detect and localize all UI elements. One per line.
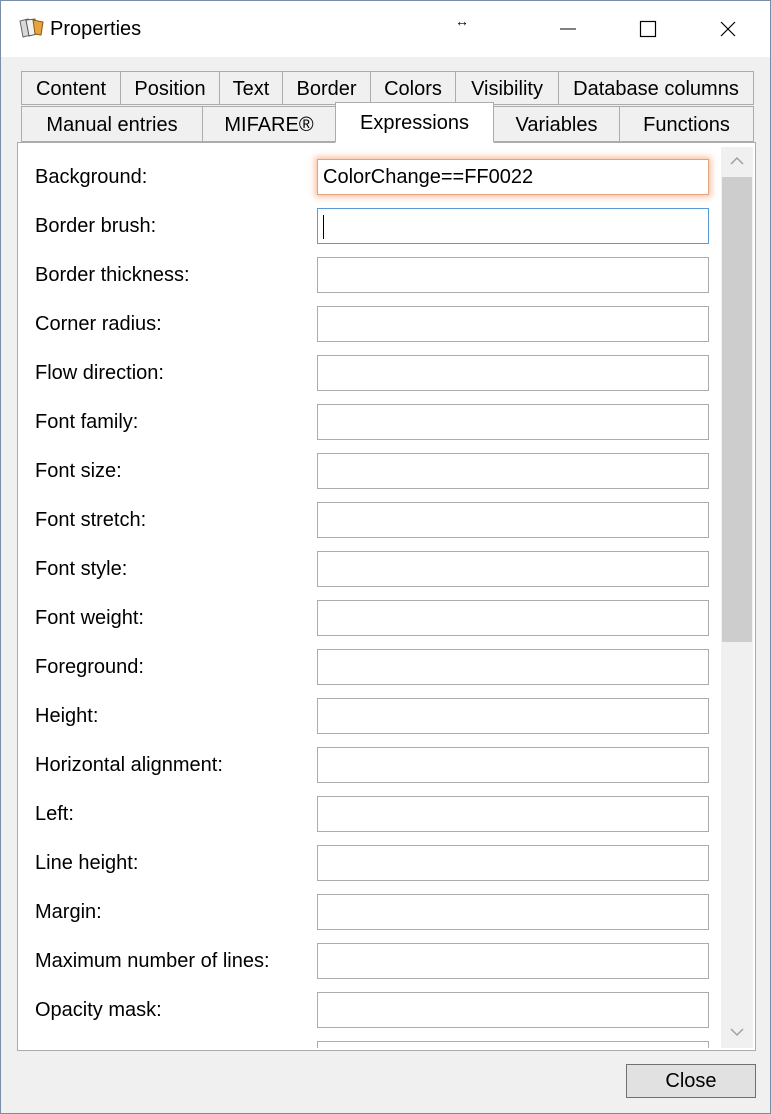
tab-position[interactable]: Position (120, 71, 220, 105)
window-title: Properties (50, 18, 142, 40)
label-flow-direction: Flow direction: (35, 362, 164, 384)
label-margin: Margin: (35, 901, 102, 923)
border-thickness-expression-input[interactable] (317, 257, 709, 293)
tab-functions[interactable]: Functions (619, 106, 754, 142)
font-weight-expression-input[interactable] (317, 600, 709, 636)
next-expression-input-partial[interactable] (317, 1041, 709, 1048)
tab-database-columns[interactable]: Database columns (558, 71, 754, 105)
scroll-down-icon[interactable] (730, 1027, 744, 1037)
label-opacity-mask: Opacity mask: (35, 999, 162, 1021)
text-caret (323, 214, 324, 239)
label-font-family: Font family: (35, 411, 139, 433)
resize-arrows-icon: ↔ (455, 13, 469, 29)
minimize-icon (560, 28, 576, 30)
label-line-height: Line height: (35, 852, 139, 874)
label-maximum-number-of-lines: Maximum number of lines: (35, 950, 270, 972)
tab-colors[interactable]: Colors (370, 71, 456, 105)
font-family-expression-input[interactable] (317, 404, 709, 440)
tab-text[interactable]: Text (219, 71, 283, 105)
height-expression-input[interactable] (317, 698, 709, 734)
label-font-weight: Font weight: (35, 607, 144, 629)
title-bar[interactable]: Properties ↔ (1, 1, 770, 57)
close-icon (720, 21, 736, 37)
corner-radius-expression-input[interactable] (317, 306, 709, 342)
minimize-button[interactable] (538, 1, 598, 57)
background-expression-input[interactable]: ColorChange==FF0022 (317, 159, 709, 195)
line-height-expression-input[interactable] (317, 845, 709, 881)
label-border-brush: Border brush: (35, 215, 157, 237)
label-corner-radius: Corner radius: (35, 313, 162, 335)
left-expression-input[interactable] (317, 796, 709, 832)
expressions-panel: Background: ColorChange==FF0022 Border b… (17, 142, 756, 1051)
tab-expressions[interactable]: Expressions (335, 102, 494, 143)
close-button[interactable]: Close (626, 1064, 756, 1098)
label-font-stretch: Font stretch: (35, 509, 147, 531)
tab-border[interactable]: Border (282, 71, 371, 105)
label-foreground: Foreground: (35, 656, 144, 678)
close-window-button[interactable] (698, 1, 758, 57)
tab-visibility[interactable]: Visibility (455, 71, 559, 105)
label-border-thickness: Border thickness: (35, 264, 190, 286)
vertical-scrollbar[interactable] (721, 147, 753, 1048)
maximum-number-of-lines-expression-input[interactable] (317, 943, 709, 979)
label-background: Background: (35, 166, 148, 188)
label-font-size: Font size: (35, 460, 122, 482)
opacity-mask-expression-input[interactable] (317, 992, 709, 1028)
properties-window: Properties ↔ Content Position Text Borde… (0, 0, 771, 1114)
label-font-style: Font style: (35, 558, 128, 580)
foreground-expression-input[interactable] (317, 649, 709, 685)
scroll-thumb[interactable] (722, 177, 752, 642)
label-height: Height: (35, 705, 99, 727)
maximize-button[interactable] (618, 1, 678, 57)
tab-variables[interactable]: Variables (493, 106, 620, 142)
tab-content[interactable]: Content (21, 71, 121, 105)
label-left: Left: (35, 803, 74, 825)
tab-manual-entries[interactable]: Manual entries (21, 106, 203, 142)
scroll-up-icon[interactable] (730, 156, 744, 166)
label-horizontal-alignment: Horizontal alignment: (35, 754, 223, 776)
app-icon (18, 17, 46, 39)
margin-expression-input[interactable] (317, 894, 709, 930)
font-size-expression-input[interactable] (317, 453, 709, 489)
border-brush-expression-input[interactable] (317, 208, 709, 244)
flow-direction-expression-input[interactable] (317, 355, 709, 391)
horizontal-alignment-expression-input[interactable] (317, 747, 709, 783)
font-stretch-expression-input[interactable] (317, 502, 709, 538)
font-style-expression-input[interactable] (317, 551, 709, 587)
maximize-icon (639, 20, 657, 38)
tab-mifare[interactable]: MIFARE® (202, 106, 336, 142)
expressions-list: Background: ColorChange==FF0022 Border b… (18, 143, 721, 1048)
